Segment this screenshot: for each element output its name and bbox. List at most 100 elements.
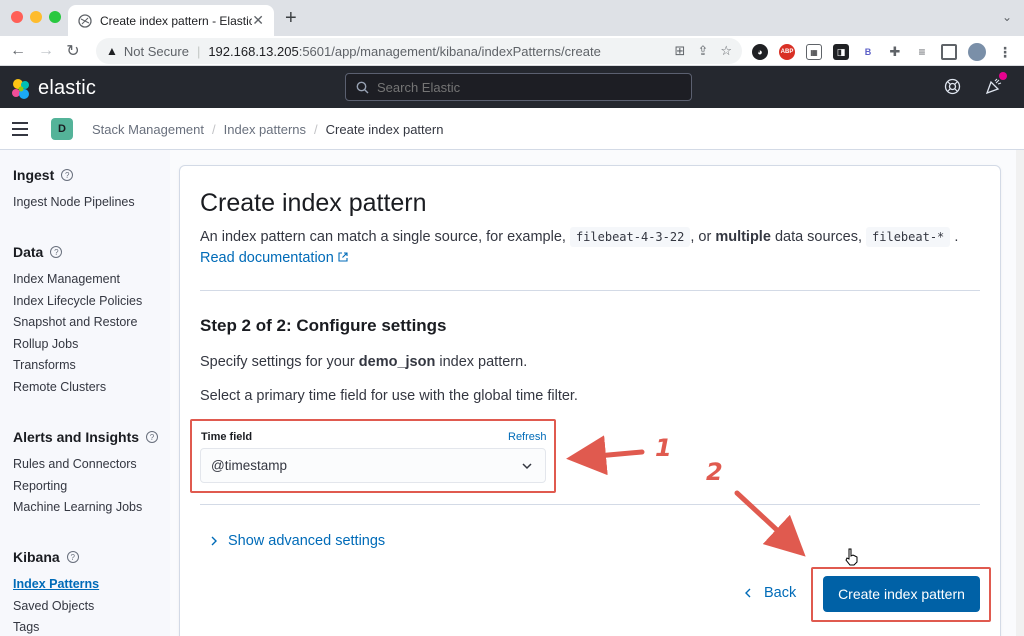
sidebar-item-reporting[interactable]: Reporting <box>13 479 67 493</box>
newsfeed-button[interactable] <box>985 72 1007 100</box>
sidebar-item-saved-objects[interactable]: Saved Objects <box>13 599 94 613</box>
sidebar-item-tags[interactable]: Tags <box>13 620 39 634</box>
new-tab-button[interactable]: + <box>285 8 297 28</box>
sidebar-item-ingest-node-pipelines[interactable]: Ingest Node Pipelines <box>13 195 135 209</box>
read-documentation-link[interactable]: Read documentation <box>200 250 348 266</box>
sidebar-item-transforms[interactable]: Transforms <box>13 358 76 372</box>
time-field-value: @timestamp <box>211 458 287 473</box>
brand-name: elastic <box>38 77 97 99</box>
breadcrumb-separator: / <box>212 122 216 137</box>
elastic-logo[interactable]: elastic <box>10 77 96 100</box>
browser-tab[interactable]: Create index pattern - Elastic ✕ <box>68 5 274 36</box>
refresh-link[interactable]: Refresh <box>508 431 547 443</box>
tab-search-icon[interactable]: ⌄ <box>1002 10 1012 24</box>
breadcrumb-bar: D Stack Management / Index patterns / Cr… <box>0 108 1024 150</box>
cheer-icon <box>985 78 1002 95</box>
divider <box>200 504 980 505</box>
search-icon <box>356 81 369 93</box>
step-title: Step 2 of 2: Configure settings <box>200 316 447 335</box>
space-avatar[interactable]: D <box>51 118 73 140</box>
external-link-icon <box>338 252 348 262</box>
tab-title: Create index pattern - Elastic <box>100 13 253 28</box>
share-icon[interactable]: ⇪ <box>697 43 708 59</box>
sidebar-group-kibana: Kibana? <box>13 549 79 565</box>
help-icon[interactable]: ? <box>146 431 159 443</box>
reload-icon[interactable]: ↻ <box>62 40 84 62</box>
adblock-icon[interactable]: ABP <box>779 44 795 60</box>
forward-arrow-icon[interactable]: → <box>35 40 57 62</box>
sidebar-group-alerts: Alerts and Insights? <box>13 429 159 445</box>
qr-icon[interactable]: ▦ <box>806 44 822 60</box>
sidebar-group-ingest: Ingest? <box>13 167 74 183</box>
chrome-menu-icon[interactable]: ⋮ <box>997 44 1013 60</box>
back-arrow-icon[interactable]: ← <box>7 40 29 62</box>
url-path: :5601/app/management/kibana/indexPattern… <box>298 43 601 59</box>
extension-icons: ◕ ABP ▦ ◨ B ✚ ≡ ⋮ <box>752 43 1013 61</box>
code-example-single: filebeat-4-3-22 <box>569 227 691 247</box>
hand-cursor-icon <box>845 548 858 566</box>
address-bar[interactable]: ▲ Not Secure | 192.168.13.205:5601/app/m… <box>96 38 742 64</box>
back-button[interactable]: Back <box>744 585 796 601</box>
page-title: Create index pattern <box>200 189 427 217</box>
translate-icon[interactable]: ⊞ <box>675 43 686 59</box>
page-scrollbar[interactable] <box>1016 150 1024 636</box>
help-icon[interactable]: ? <box>61 169 74 181</box>
annotation-label-2: 2 <box>706 458 723 486</box>
sidebar-item-remote-clusters[interactable]: Remote Clusters <box>13 380 106 394</box>
url-host: 192.168.13.205 <box>208 43 299 59</box>
tab-close-icon[interactable]: ✕ <box>252 12 264 29</box>
time-field-label: Time field <box>201 431 253 443</box>
not-secure-label: Not Secure <box>123 43 189 59</box>
news-badge <box>999 72 1007 80</box>
breadcrumb: Stack Management / Index patterns / Crea… <box>92 122 443 137</box>
help-lifebuoy-icon[interactable] <box>944 78 961 95</box>
time-field-select[interactable]: @timestamp <box>200 448 546 483</box>
menu-hamburger-icon[interactable] <box>12 122 28 140</box>
elastic-cluster-icon <box>12 78 29 99</box>
omnibox-separator: | <box>196 43 201 59</box>
browser-tabstrip: Create index pattern - Elastic ✕ + ⌄ <box>0 0 1024 36</box>
specify-text: Specify settings for your demo_json inde… <box>200 354 528 370</box>
page-description: An index pattern can match a single sour… <box>200 227 959 247</box>
sidebar-item-index-lifecycle-policies[interactable]: Index Lifecycle Policies <box>13 294 142 308</box>
breadcrumb-separator: / <box>314 122 318 137</box>
omnibox-icons: ⊞ ⇪ ☆ <box>675 43 732 59</box>
chevron-left-icon <box>745 588 751 598</box>
extensions-puzzle-icon[interactable]: ✚ <box>887 44 903 60</box>
breadcrumb-index-patterns[interactable]: Index patterns <box>224 122 306 137</box>
sidebar-item-rollup-jobs[interactable]: Rollup Jobs <box>13 337 78 351</box>
chevron-down-icon <box>522 463 532 470</box>
window-minimize-button[interactable] <box>30 11 42 23</box>
profile-avatar[interactable] <box>968 43 986 61</box>
help-icon[interactable]: ? <box>50 246 63 258</box>
breadcrumb-current: Create index pattern <box>325 122 444 137</box>
breadcrumb-stack-management[interactable]: Stack Management <box>92 122 204 137</box>
divider <box>200 290 980 291</box>
window-zoom-button[interactable] <box>49 11 61 23</box>
extension-b-icon[interactable]: B <box>860 44 876 60</box>
chevron-right-icon <box>211 536 217 546</box>
search-input[interactable] <box>377 79 677 95</box>
sidebar-item-index-management[interactable]: Index Management <box>13 272 120 286</box>
show-advanced-settings-button[interactable]: Show advanced settings <box>210 533 385 549</box>
sidebar-item-snapshot-restore[interactable]: Snapshot and Restore <box>13 315 137 329</box>
extension-cat-icon[interactable]: ◕ <box>752 44 768 60</box>
code-example-multiple: filebeat-* <box>866 227 951 247</box>
media-icon[interactable]: ≡ <box>914 44 930 60</box>
global-search[interactable] <box>345 73 692 101</box>
create-index-pattern-button[interactable]: Create index pattern <box>823 576 980 612</box>
sidepanel-icon[interactable] <box>941 44 957 60</box>
sidebar-item-ml-jobs[interactable]: Machine Learning Jobs <box>13 500 142 514</box>
annotation-label-1: 1 <box>655 434 672 462</box>
bookmark-star-icon[interactable]: ☆ <box>720 43 732 59</box>
elastic-header: elastic <box>0 66 1024 108</box>
window-close-button[interactable] <box>11 11 23 23</box>
sidebar-item-index-patterns[interactable]: Index Patterns <box>13 577 99 591</box>
elastic-favicon-icon <box>78 13 92 28</box>
sidebar-group-data: Data? <box>13 244 63 260</box>
sidebar-item-rules-connectors[interactable]: Rules and Connectors <box>13 457 137 471</box>
bitwarden-icon[interactable]: ◨ <box>833 44 849 60</box>
help-icon[interactable]: ? <box>66 551 79 563</box>
warning-icon: ▲ <box>106 44 118 58</box>
browser-toolbar: ← → ↻ ▲ Not Secure | 192.168.13.205:5601… <box>0 36 1024 66</box>
